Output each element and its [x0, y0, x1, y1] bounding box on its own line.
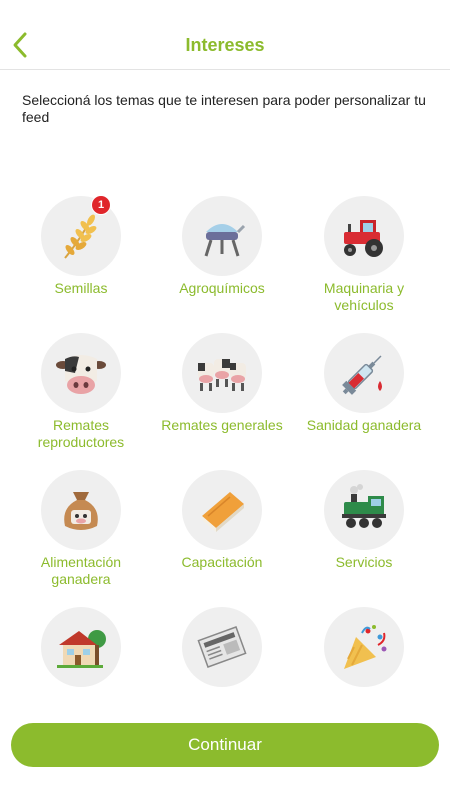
top-bar: Intereses: [0, 0, 450, 70]
newspaper-icon: [197, 626, 247, 668]
topic-icon-circle: [182, 607, 262, 687]
notification-badge: 1: [91, 196, 111, 215]
topic-label: Capacitación: [181, 554, 263, 570]
topic-house[interactable]: [11, 607, 151, 694]
topic-capacitacion[interactable]: Capacitación: [152, 470, 292, 590]
topic-servicios[interactable]: Servicios: [294, 470, 434, 590]
topic-newspaper[interactable]: [152, 607, 292, 694]
continue-button[interactable]: Continuar: [11, 723, 439, 767]
feed-sack-icon: [64, 492, 98, 530]
topics-grid: 1 Semillas Agroquímicos Maquinaria y veh…: [0, 196, 450, 694]
topic-alimentacion-ganadera[interactable]: Alimentación ganadera: [11, 470, 151, 590]
topic-remates-generales[interactable]: Remates generales: [152, 333, 292, 453]
topic-label: Sanidad ganadera: [306, 417, 422, 433]
topic-label: Semillas: [54, 280, 108, 296]
topic-semillas[interactable]: 1 Semillas: [11, 196, 151, 316]
topic-icon-circle: [324, 333, 404, 413]
topic-icon-circle: [182, 196, 262, 276]
topic-icon-circle: [324, 196, 404, 276]
topic-label: Servicios: [335, 554, 393, 570]
topic-label: Maquinaria y vehículos: [323, 280, 405, 313]
syringe-icon: [342, 355, 382, 395]
topic-remates-reproductores[interactable]: Remates reproductores: [11, 333, 151, 453]
topic-icon-circle: [41, 607, 121, 687]
alembic-icon: [204, 224, 246, 257]
topic-icon-circle: [324, 470, 404, 550]
topic-icon-circle: [324, 607, 404, 687]
party-popper-icon: [344, 625, 387, 669]
topic-icon-circle: [41, 470, 121, 550]
tractor-icon: [344, 220, 383, 257]
topic-label: Alimentación ganadera: [40, 554, 122, 587]
topic-sanidad-ganadera[interactable]: Sanidad ganadera: [294, 333, 434, 453]
topic-label: Remates generales: [161, 417, 283, 433]
intro-text: Seleccioná los temas que te interesen pa…: [22, 92, 426, 125]
topic-agroquimicos[interactable]: Agroquímicos: [152, 196, 292, 316]
topic-icon-circle: [41, 333, 121, 413]
wheat-icon: [64, 214, 97, 259]
house-icon: [57, 630, 106, 668]
cow-face-icon: [56, 355, 106, 394]
book-icon: [202, 492, 244, 532]
topic-icon-circle: [182, 470, 262, 550]
topic-icon-circle: [182, 333, 262, 413]
locomotive-icon: [342, 484, 386, 528]
topic-party[interactable]: [294, 607, 434, 694]
cows-icon: [198, 359, 246, 391]
page-title: Intereses: [185, 35, 265, 55]
topic-label: Agroquímicos: [179, 280, 265, 296]
topic-maquinaria[interactable]: Maquinaria y vehículos: [294, 196, 434, 316]
topic-label: Remates reproductores: [37, 417, 125, 450]
